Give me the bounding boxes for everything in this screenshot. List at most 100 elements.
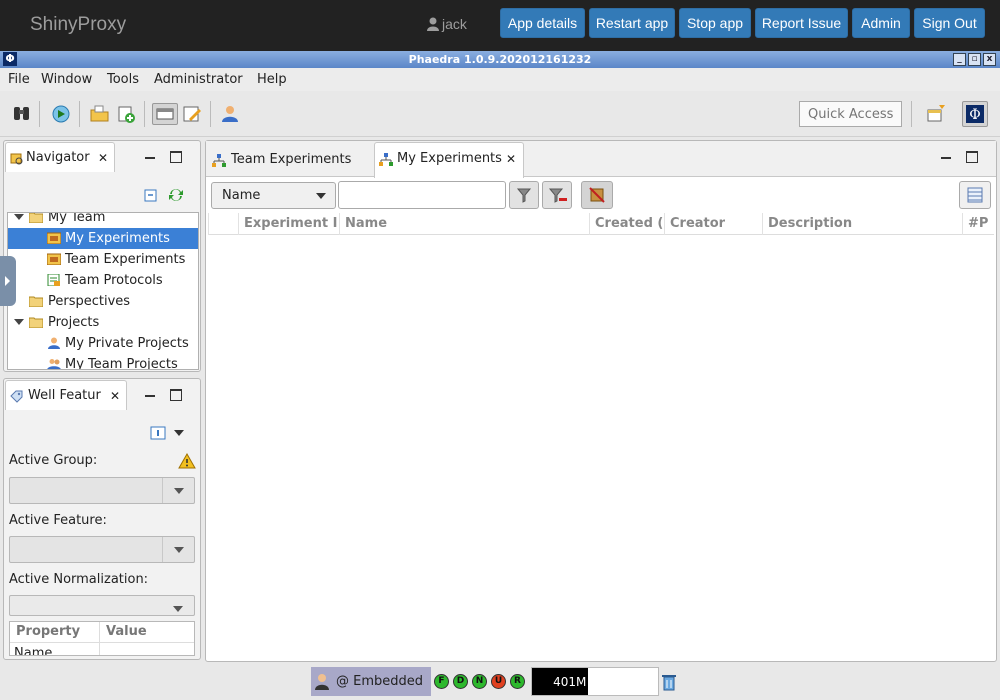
name-column-header[interactable]: Name: [339, 213, 589, 235]
stop-app-button[interactable]: Stop app: [679, 8, 751, 38]
clear-filter-icon[interactable]: [542, 181, 572, 209]
folder-icon: [29, 213, 43, 223]
collapse-all-icon[interactable]: [143, 187, 159, 203]
row-number-column-header[interactable]: [208, 213, 238, 235]
tree-item-label: Perspectives: [48, 294, 131, 309]
tab-team-experiments[interactable]: Team Experiments: [207, 144, 373, 174]
maximize-panel-button[interactable]: [170, 389, 182, 401]
menu-file[interactable]: File: [8, 72, 30, 87]
property-name-cell[interactable]: Name: [14, 646, 52, 655]
value-column-header[interactable]: Value: [106, 624, 147, 639]
active-group-combo[interactable]: [9, 477, 195, 504]
binoculars-icon[interactable]: [11, 103, 33, 125]
tree-item-perspectives[interactable]: Perspectives: [8, 291, 198, 312]
close-window-button[interactable]: x: [983, 53, 996, 66]
protocol-icon: [47, 274, 60, 286]
navigator-tab-label: Navigator: [26, 150, 90, 165]
tree-item-projects[interactable]: Projects: [8, 312, 198, 333]
created-column-header[interactable]: Created (: [589, 213, 664, 235]
username: jack: [442, 16, 467, 32]
filter-column-select[interactable]: Name: [211, 182, 336, 209]
menu-tools[interactable]: Tools: [107, 72, 139, 87]
phaedra-perspective-icon[interactable]: Φ: [962, 101, 988, 127]
navigator-icon: [10, 153, 23, 165]
server-status[interactable]: @ Embedded: [311, 667, 431, 696]
active-normalization-label: Active Normalization:: [9, 572, 149, 587]
toolbar-separator: [911, 101, 912, 127]
window-title: Phaedra 1.0.9.202012161232: [408, 53, 592, 66]
info-icon[interactable]: [150, 425, 166, 441]
creator-column-header[interactable]: Creator: [664, 213, 762, 235]
indicator-n[interactable]: N: [472, 674, 487, 689]
trash-icon[interactable]: [661, 673, 677, 691]
tab-navigator[interactable]: Navigator ✕: [5, 142, 115, 172]
chevron-down-icon[interactable]: [162, 596, 194, 615]
minimize-editor-button[interactable]: [940, 151, 952, 163]
window-view-icon[interactable]: [152, 103, 178, 125]
maximize-window-button[interactable]: ▫: [968, 53, 981, 66]
restart-app-button[interactable]: Restart app: [589, 8, 675, 38]
new-item-icon[interactable]: [115, 103, 137, 125]
menu-window[interactable]: Window: [41, 72, 92, 87]
indicator-d[interactable]: D: [453, 674, 468, 689]
chevron-down-icon[interactable]: [162, 478, 194, 503]
view-menu-arrow-icon[interactable]: [174, 430, 184, 436]
tree-item-team-protocols[interactable]: Team Protocols: [8, 270, 198, 291]
plates-column-header[interactable]: #P: [962, 213, 994, 235]
close-icon[interactable]: ✕: [98, 143, 108, 173]
memory-usage-bar[interactable]: 401M of 903M: [531, 667, 659, 696]
tab-well-features[interactable]: Well Featur ✕: [5, 380, 127, 410]
close-icon[interactable]: ✕: [506, 143, 516, 175]
tree-item-label: Team Experiments: [65, 252, 186, 267]
minimize-window-button[interactable]: _: [953, 53, 966, 66]
active-normalization-combo[interactable]: [9, 595, 195, 616]
tree-item-my-team[interactable]: My Team: [8, 213, 198, 228]
indicator-u[interactable]: U: [491, 674, 506, 689]
indicator-r[interactable]: R: [510, 674, 525, 689]
indicator-f[interactable]: F: [434, 674, 449, 689]
filter-input[interactable]: [338, 181, 506, 209]
open-perspective-icon[interactable]: [925, 103, 947, 125]
description-column-header[interactable]: Description: [762, 213, 962, 235]
maximize-editor-button[interactable]: [966, 151, 978, 163]
edit-note-icon[interactable]: [181, 103, 203, 125]
experiment-id-column-header[interactable]: Experiment I: [238, 213, 339, 235]
expand-arrow-icon[interactable]: [14, 214, 24, 220]
filter-icon[interactable]: [509, 181, 539, 209]
active-feature-combo[interactable]: [9, 536, 195, 563]
clear-search-icon[interactable]: [581, 181, 613, 209]
tab-my-experiments[interactable]: My Experiments ✕: [374, 142, 524, 178]
user-profile-icon[interactable]: [219, 103, 241, 125]
menu-administrator[interactable]: Administrator: [154, 72, 243, 87]
sync-icon[interactable]: [167, 186, 185, 204]
tree-item-team-experiments[interactable]: Team Experiments: [8, 249, 198, 270]
my-experiments-tab-label: My Experiments: [397, 151, 502, 166]
user-menu[interactable]: jack: [427, 16, 467, 32]
open-folder-icon[interactable]: [89, 103, 111, 125]
tree-item-my-team-projects[interactable]: My Team Projects: [8, 354, 198, 369]
side-drawer-handle[interactable]: [0, 256, 16, 306]
property-column-header[interactable]: Property: [16, 624, 80, 639]
refresh-go-icon[interactable]: [50, 103, 72, 125]
minimize-panel-button[interactable]: [144, 151, 156, 163]
experiments-grid-body[interactable]: [208, 236, 994, 660]
tree-item-my-experiments[interactable]: My Experiments: [8, 228, 198, 249]
header-divider: [10, 642, 194, 643]
admin-button[interactable]: Admin: [852, 8, 910, 38]
minimize-panel-button[interactable]: [144, 389, 156, 401]
toolbar-separator: [79, 101, 80, 127]
chevron-down-icon[interactable]: [162, 537, 194, 562]
tree-item-my-private-projects[interactable]: My Private Projects: [8, 333, 198, 354]
expand-arrow-icon[interactable]: [14, 319, 24, 325]
sign-out-button[interactable]: Sign Out: [914, 8, 985, 38]
menu-help[interactable]: Help: [257, 72, 287, 87]
maximize-panel-button[interactable]: [170, 151, 182, 163]
column-chooser-icon[interactable]: [959, 181, 991, 209]
experiments-icon: [47, 232, 61, 244]
quick-access-input[interactable]: [799, 101, 902, 127]
active-group-label: Active Group:: [9, 453, 98, 468]
shinyproxy-brand[interactable]: ShinyProxy: [30, 14, 126, 36]
report-issue-button[interactable]: Report Issue: [755, 8, 848, 38]
app-details-button[interactable]: App details: [500, 8, 585, 38]
close-icon[interactable]: ✕: [110, 381, 120, 411]
